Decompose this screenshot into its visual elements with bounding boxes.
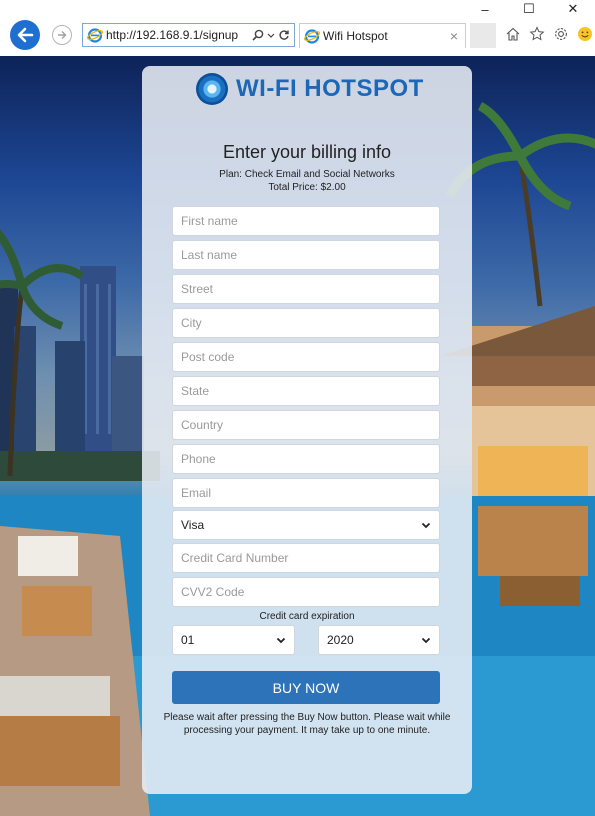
city-input[interactable]: City: [172, 308, 440, 338]
chevron-down-icon: [421, 522, 431, 529]
chevron-down-icon: [421, 637, 431, 644]
phone-input[interactable]: Phone: [172, 444, 440, 474]
buy-now-button[interactable]: BUY NOW: [172, 671, 440, 704]
window-controls: – ☐ ✕: [463, 0, 595, 18]
country-input[interactable]: Country: [172, 410, 440, 440]
card-type-select[interactable]: Visa: [172, 510, 440, 540]
dropdown-icon[interactable]: [267, 31, 275, 39]
street-input[interactable]: Street: [172, 274, 440, 304]
browser-chrome: – ☐ ✕ http://192.168.9.1/signup Wifi Hot…: [0, 0, 595, 56]
exp-year-select[interactable]: 2020: [318, 625, 440, 655]
cvv2-input[interactable]: CVV2 Code: [172, 577, 440, 607]
ie-logo-icon: [304, 29, 320, 44]
gear-icon[interactable]: [552, 25, 570, 43]
star-icon[interactable]: [528, 25, 546, 43]
tab-close-button[interactable]: ×: [443, 28, 465, 44]
close-window-button[interactable]: ✕: [551, 0, 595, 18]
exp-month-value: 01: [181, 633, 195, 647]
arrow-right-icon: [58, 31, 67, 39]
url-text[interactable]: http://192.168.9.1/signup: [106, 28, 252, 42]
card-number-input[interactable]: Credit Card Number: [172, 543, 440, 573]
first-name-input[interactable]: First name: [172, 206, 440, 236]
forward-button[interactable]: [52, 25, 72, 45]
expiration-label: Credit card expiration: [259, 611, 355, 622]
arrow-left-icon: [17, 27, 34, 43]
ie-logo-icon: [87, 28, 103, 43]
back-button[interactable]: [10, 20, 40, 50]
new-tab-button[interactable]: [470, 23, 496, 48]
total-price-text: Total Price: $2.00: [268, 182, 346, 193]
smiley-icon[interactable]: [576, 25, 594, 43]
toolbar-icons: [504, 25, 594, 43]
processing-notice: Please wait after pressing the Buy Now b…: [163, 712, 451, 736]
logo-text: WI-FI HOTSPOT: [236, 75, 424, 102]
state-input[interactable]: State: [172, 376, 440, 406]
chevron-down-icon: [276, 637, 286, 644]
exp-month-select[interactable]: 01: [172, 625, 295, 655]
refresh-icon[interactable]: [278, 29, 290, 41]
wifi-hotspot-logo: WI-FI HOTSPOT: [196, 70, 424, 108]
wifi-signal-icon: [196, 73, 228, 105]
tab-wifi-hotspot[interactable]: Wifi Hotspot ×: [299, 23, 466, 48]
page-title: Enter your billing info: [222, 142, 392, 162]
card-type-value: Visa: [181, 518, 205, 532]
maximize-button[interactable]: ☐: [507, 0, 551, 18]
post-code-input[interactable]: Post code: [172, 342, 440, 372]
home-icon[interactable]: [504, 25, 522, 43]
email-input[interactable]: Email: [172, 478, 440, 508]
last-name-input[interactable]: Last name: [172, 240, 440, 270]
address-bar[interactable]: http://192.168.9.1/signup: [82, 23, 295, 47]
exp-year-value: 2020: [327, 633, 354, 647]
search-icon[interactable]: [252, 29, 264, 41]
minimize-button[interactable]: –: [463, 0, 507, 18]
tab-title: Wifi Hotspot: [323, 29, 388, 43]
plan-text: Plan: Check Email and Social Networks: [219, 169, 395, 180]
